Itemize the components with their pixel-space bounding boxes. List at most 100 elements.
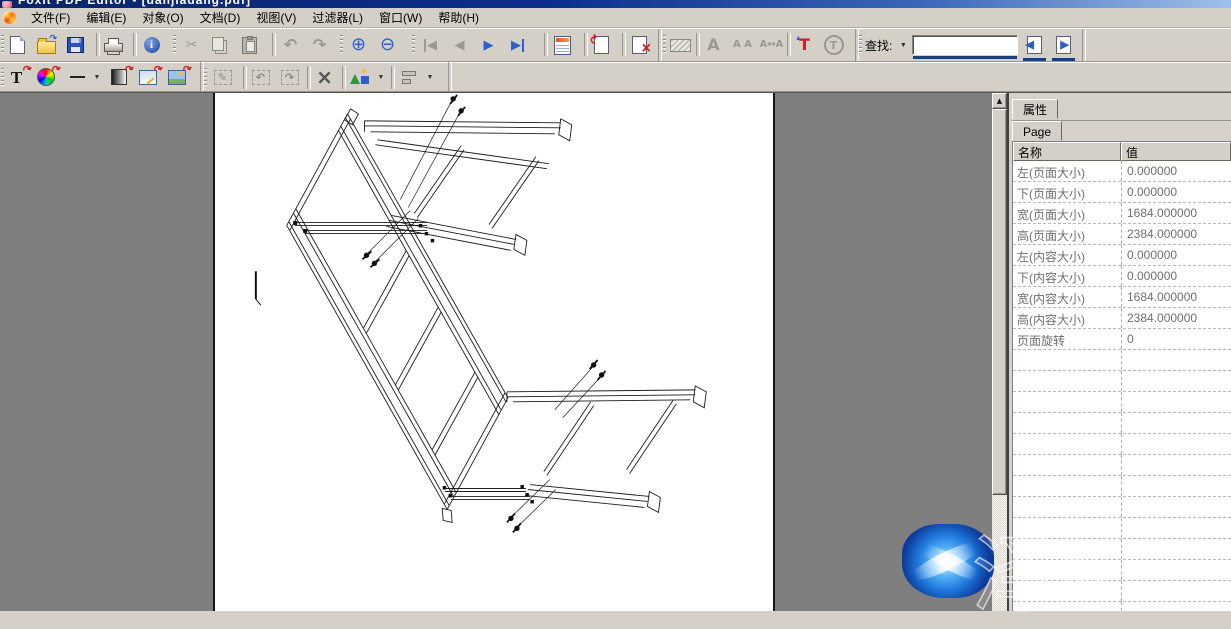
toolbar-grip[interactable] <box>173 35 176 55</box>
property-value[interactable]: 0.000000 <box>1121 182 1231 202</box>
add-image-button[interactable]: ↷ <box>164 65 189 90</box>
toolbar-grip[interactable] <box>859 35 862 55</box>
separator <box>391 66 395 89</box>
open-button[interactable]: ↷ <box>34 33 59 58</box>
find-input[interactable] <box>912 35 1018 55</box>
menu-edit[interactable]: 编辑(E) <box>78 7 134 29</box>
column-header-value[interactable]: 值 <box>1121 142 1231 161</box>
toolbar-grip[interactable] <box>204 68 207 88</box>
red-curl-icon: ↷ <box>21 61 34 76</box>
property-row: 宽(内容大小)1684.000000 <box>1013 287 1231 308</box>
column-header-name[interactable]: 名称 <box>1013 142 1121 161</box>
insert-page-button[interactable]: ↷ <box>589 33 614 58</box>
info-button[interactable]: i <box>139 33 164 58</box>
align-button[interactable] <box>396 65 421 90</box>
line-icon <box>70 76 85 78</box>
shapes-dropdown[interactable]: ▼ <box>376 74 386 81</box>
menu-window[interactable]: 窗口(W) <box>371 7 430 29</box>
undo-button[interactable]: ↶ <box>278 33 303 58</box>
menu-view[interactable]: 视图(V) <box>248 7 304 29</box>
next-page-button[interactable]: ▶ <box>476 33 501 58</box>
property-value[interactable]: 1684.000000 <box>1121 287 1231 307</box>
property-row-empty <box>1013 476 1231 497</box>
ladder-drawing <box>215 93 773 611</box>
scrollbar-thumb[interactable] <box>992 109 1007 495</box>
delete-page-button[interactable]: × <box>627 33 652 58</box>
toolbar-grip[interactable] <box>412 35 415 55</box>
document-canvas[interactable] <box>0 93 992 611</box>
property-value[interactable]: 2384.000000 <box>1121 308 1231 328</box>
property-row-empty <box>1013 497 1231 518</box>
property-table-header: 名称 值 <box>1013 142 1231 161</box>
shading-button[interactable]: ↷ <box>106 65 131 90</box>
redo-button[interactable]: ↷ <box>307 33 332 58</box>
text-mode-button[interactable]: T <box>821 33 846 58</box>
edit-text-button[interactable]: T↷ <box>4 65 29 90</box>
property-row-empty <box>1013 434 1231 455</box>
menu-object[interactable]: 对象(O) <box>134 7 191 29</box>
toolbar-grip[interactable] <box>663 35 666 55</box>
menu-file[interactable]: 文件(F) <box>23 7 78 29</box>
last-page-button[interactable]: ▶ <box>505 33 530 58</box>
line-style-dropdown[interactable]: ▼ <box>92 74 102 81</box>
zoom-out-button[interactable]: ⊖ <box>375 33 400 58</box>
rotate-right-button[interactable]: ↷ <box>277 65 302 90</box>
edit-object-button[interactable]: ✎ <box>210 65 235 90</box>
char-spacing-button[interactable]: A A <box>730 33 755 58</box>
property-row: 高(内容大小)2384.000000 <box>1013 308 1231 329</box>
print-button[interactable] <box>101 33 126 58</box>
prev-page-button[interactable]: ◀ <box>447 33 472 58</box>
green-cone-icon <box>350 74 360 84</box>
paste-button[interactable] <box>237 33 262 58</box>
find-dropdown-arrow[interactable]: ▼ <box>898 42 908 49</box>
copy-button[interactable] <box>208 33 233 58</box>
page-layout-button[interactable] <box>550 33 575 58</box>
scrollbar-up-button[interactable]: ▲ <box>992 93 1007 109</box>
align-dropdown[interactable]: ▼ <box>425 74 435 81</box>
panel-tab-row: Page <box>1012 121 1231 143</box>
find-next-arrow-icon: ▶ <box>1060 40 1068 51</box>
property-value[interactable]: 0.000000 <box>1121 245 1231 265</box>
rotate-left-button[interactable]: ↶ <box>248 65 273 90</box>
property-row-empty <box>1013 539 1231 560</box>
find-next-button[interactable]: ▶ <box>1051 33 1076 58</box>
delete-object-button[interactable]: × <box>312 65 337 90</box>
font-button[interactable]: A <box>701 33 726 58</box>
property-row: 高(页面大小)2384.000000 <box>1013 224 1231 245</box>
cut-button[interactable]: ✂ <box>179 33 204 58</box>
vertical-scrollbar[interactable]: ▲ <box>992 93 1007 611</box>
pdf-page[interactable] <box>213 93 775 611</box>
save-button[interactable] <box>63 33 88 58</box>
toolbar-grip[interactable] <box>340 35 343 55</box>
line-style-button[interactable] <box>66 65 88 90</box>
new-button[interactable] <box>5 33 30 58</box>
property-value[interactable]: 2384.000000 <box>1121 224 1231 244</box>
first-page-button[interactable]: ◀ <box>418 33 443 58</box>
menu-document[interactable]: 文档(D) <box>192 7 249 29</box>
menu-filter[interactable]: 过滤器(L) <box>304 7 371 29</box>
edit-image-button[interactable]: ↷ <box>135 65 160 90</box>
property-value[interactable]: 1684.000000 <box>1121 203 1231 223</box>
kerning-icon: A↔A <box>760 40 784 50</box>
insert-arrow-icon: ↷ <box>589 33 601 43</box>
keyboard-button[interactable] <box>668 33 693 58</box>
document-system-icon[interactable] <box>3 11 16 24</box>
find-previous-button[interactable]: ◀ <box>1022 33 1047 58</box>
add-text-button[interactable]: T▲ <box>792 33 817 58</box>
property-value[interactable]: 0 <box>1121 329 1231 349</box>
property-row-empty <box>1013 518 1231 539</box>
menu-help[interactable]: 帮助(H) <box>430 7 487 29</box>
kerning-button[interactable]: A↔A <box>759 33 784 58</box>
shapes-button[interactable] <box>347 65 372 90</box>
color-button[interactable]: ↷ <box>33 65 58 90</box>
panel-title-tab[interactable]: 属性 <box>1012 99 1058 119</box>
toolbar-grip[interactable] <box>1 35 4 55</box>
redo-arrow-icon: ↷ <box>313 37 326 53</box>
property-row-empty <box>1013 602 1231 611</box>
zoom-in-button[interactable]: ⊕ <box>346 33 371 58</box>
tab-page[interactable]: Page <box>1012 121 1062 141</box>
page-layout-icon <box>554 36 571 55</box>
property-row-empty <box>1013 581 1231 602</box>
property-value[interactable]: 0.000000 <box>1121 161 1231 181</box>
property-value[interactable]: 0.000000 <box>1121 266 1231 286</box>
